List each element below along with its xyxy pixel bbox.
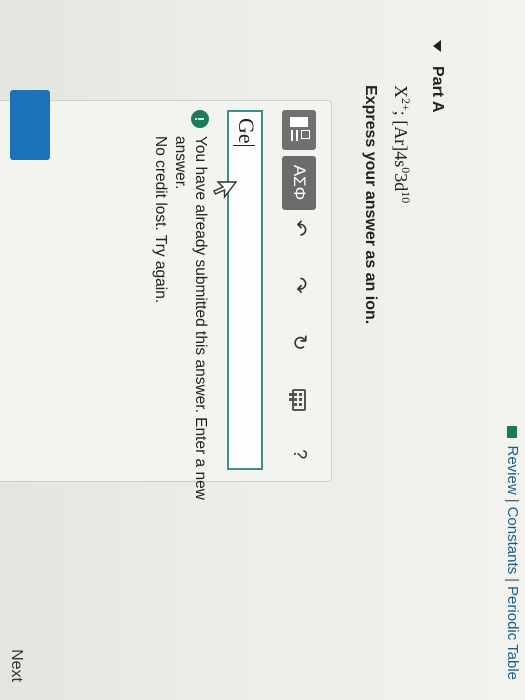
- template-icon: [289, 116, 311, 143]
- submit-button[interactable]: [10, 90, 50, 160]
- feedback-line-1: You have already submitted this answer. …: [172, 136, 209, 500]
- ion-charge: 2+: [399, 98, 413, 111]
- review-link[interactable]: Review: [504, 446, 521, 495]
- answer-toolbar: ΑΣΦ ↶ ↷ ↻ ?: [272, 110, 327, 470]
- help-button[interactable]: ?: [283, 444, 317, 464]
- text-cursor: [233, 144, 256, 146]
- orbital-3d-exponent: 10: [399, 191, 413, 204]
- orbital-3d: 3d: [391, 173, 411, 192]
- config-separator: ;: [391, 110, 411, 116]
- caret-down-icon[interactable]: [433, 40, 441, 52]
- constants-link[interactable]: Constants: [504, 507, 521, 575]
- answer-input[interactable]: Ge: [227, 110, 263, 470]
- mouse-pointer-icon: [213, 181, 238, 200]
- question-prompt: Express your answer as an ion.: [362, 85, 379, 325]
- templates-button[interactable]: [282, 110, 317, 150]
- feedback-text: You have already submitted this answer. …: [150, 136, 210, 500]
- page: Review | Constants | Periodic Table Part…: [0, 0, 525, 700]
- keyboard-icon: [289, 388, 307, 411]
- top-links: Review | Constants | Periodic Table: [504, 425, 521, 680]
- link-separator: |: [504, 498, 521, 503]
- answer-value: Ge: [234, 118, 259, 144]
- greek-symbols-button[interactable]: ΑΣΦ: [282, 155, 317, 210]
- book-icon: [507, 425, 518, 438]
- part-header[interactable]: Part A: [428, 40, 446, 113]
- feedback-message: ! You have already submitted this answer…: [150, 110, 210, 500]
- ion-symbol: X: [391, 85, 411, 98]
- electron-configuration: X2+; [Ar]4s03d10: [390, 85, 413, 203]
- alert-icon: !: [191, 110, 209, 128]
- noble-gas-core: [Ar]: [391, 120, 411, 152]
- part-title: Part A: [429, 66, 446, 113]
- redo-icon[interactable]: ↷: [283, 273, 317, 298]
- link-separator: |: [504, 578, 521, 583]
- next-button[interactable]: Next: [7, 649, 25, 682]
- feedback-line-2: No credit lost. Try again.: [152, 136, 169, 304]
- keyboard-button[interactable]: [283, 387, 317, 412]
- undo-icon[interactable]: ↶: [283, 216, 317, 241]
- periodic-table-link[interactable]: Periodic Table: [504, 586, 521, 680]
- reset-icon[interactable]: ↻: [283, 330, 317, 355]
- orbital-4s: 4s: [391, 151, 411, 168]
